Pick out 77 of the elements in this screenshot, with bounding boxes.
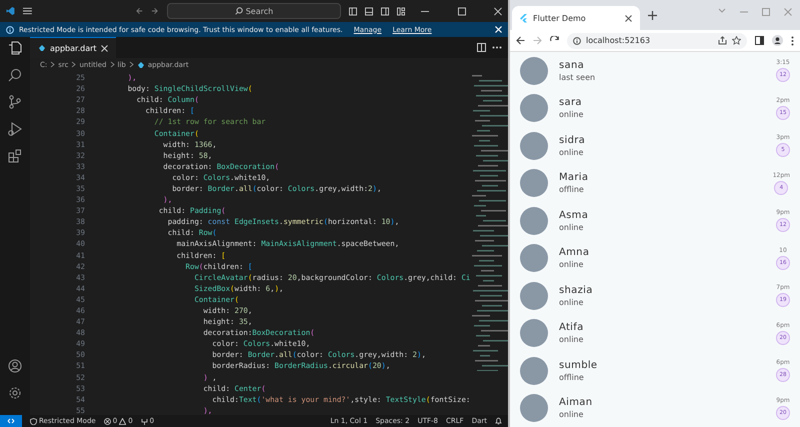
dart-icon	[136, 60, 145, 68]
contact-status: offline	[559, 372, 585, 382]
layout-sidebar-icon[interactable]	[349, 6, 358, 16]
info-icon	[6, 26, 14, 34]
contact-name: Atifa	[559, 322, 585, 334]
run-debug-icon[interactable]	[8, 122, 22, 136]
contact-name: sana	[559, 60, 586, 71]
contact-status: online	[559, 410, 584, 420]
avatar-photo-placeholder	[520, 132, 548, 160]
chevron-right-icon	[71, 61, 76, 68]
avatar-photo-placeholder	[520, 56, 548, 85]
settings-icon[interactable]	[8, 386, 22, 400]
layout-grid-icon[interactable]	[397, 6, 406, 16]
error-icon	[104, 418, 111, 424]
contact-status: offline	[559, 185, 585, 194]
search-icon	[234, 7, 243, 15]
more-vertical-icon[interactable]	[791, 36, 794, 46]
contact-name: sara	[559, 97, 583, 108]
shield-icon	[30, 418, 37, 424]
avatar-photo-placeholder	[520, 319, 548, 348]
flutter-logo-icon	[520, 14, 527, 22]
layout-panel-icon[interactable]	[365, 6, 374, 16]
contact-status: online	[559, 298, 584, 307]
avatar-photo-placeholder	[520, 282, 548, 310]
remote-icon	[7, 417, 15, 425]
contact-name: Amna	[559, 247, 590, 258]
side-panel-icon[interactable]	[755, 36, 764, 45]
search-icon[interactable]	[8, 68, 22, 82]
contact-name: shazia	[559, 284, 594, 296]
back-arrow-icon[interactable]	[516, 36, 525, 45]
contact-status: online	[559, 110, 584, 120]
avatar-photo-placeholder	[520, 244, 548, 272]
share-icon[interactable]	[718, 36, 727, 45]
contact-status: last seen	[559, 72, 596, 82]
account-icon[interactable]	[8, 359, 22, 373]
remote-button[interactable]	[0, 415, 22, 427]
avatar-photo-placeholder	[520, 206, 548, 235]
more-icon[interactable]	[492, 46, 502, 49]
avatar-photo-placeholder	[520, 356, 548, 385]
search-field[interactable]: Search	[166, 3, 342, 19]
vscode-logo-icon[interactable]	[6, 6, 15, 16]
warning-icon	[119, 418, 126, 424]
forward-arrow-icon	[533, 36, 542, 45]
explorer-icon[interactable]	[8, 41, 22, 55]
avatar-photo-placeholder	[520, 169, 548, 198]
chevron-right-icon	[128, 61, 134, 68]
chevron-right-icon	[110, 61, 114, 68]
forward-arrow-icon[interactable]	[151, 7, 159, 15]
avatar-photo-placeholder	[520, 394, 548, 422]
contact-status: online	[559, 260, 584, 270]
layout-sidebar-right-icon[interactable]	[381, 6, 390, 16]
contact-status: online	[559, 148, 584, 157]
new-tab-icon[interactable]	[648, 10, 657, 20]
menu-icon[interactable]	[22, 7, 32, 15]
maximize-icon[interactable]	[458, 6, 466, 16]
avatar-photo-placeholder	[520, 94, 548, 122]
extensions-icon[interactable]	[8, 149, 22, 163]
split-editor-icon[interactable]	[477, 43, 486, 52]
contact-name: Asma	[559, 210, 590, 221]
dart-icon	[38, 44, 46, 52]
profile-icon[interactable]	[772, 35, 783, 46]
editor-tab[interactable]: appbar.dart	[30, 37, 116, 58]
contact-name: sumble	[559, 360, 598, 371]
contact-status: online	[559, 335, 584, 344]
contact-name: Maria	[559, 172, 590, 184]
address-bar[interactable]: localhost:52163	[567, 32, 747, 48]
source-control-icon[interactable]	[8, 95, 22, 109]
chevron-right-icon	[50, 61, 56, 68]
info-icon	[573, 36, 581, 44]
star-icon[interactable]	[732, 36, 741, 45]
contact-status: online	[559, 222, 584, 232]
browser-tab[interactable]: Flutter Demo	[512, 6, 640, 30]
contact-name: Aiman	[559, 397, 594, 408]
close-icon[interactable]	[625, 14, 632, 22]
contact-name: sidra	[559, 134, 586, 146]
port-icon	[140, 418, 148, 424]
bell-icon[interactable]	[495, 417, 502, 425]
